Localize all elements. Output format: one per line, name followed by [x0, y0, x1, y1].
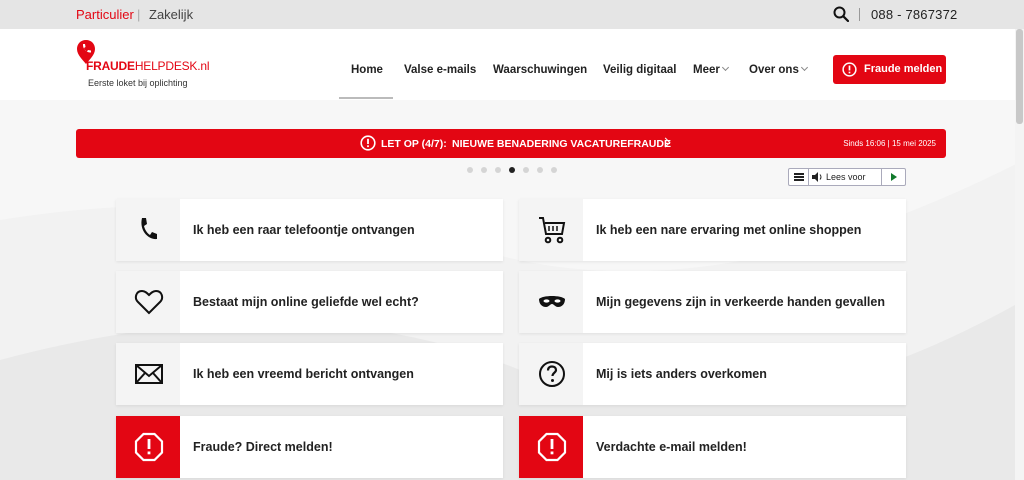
- menu-icon[interactable]: [789, 169, 809, 185]
- header: FRAUDEHELPDESK.nl Eerste loket bij oplic…: [0, 29, 1024, 100]
- alert-banner[interactable]: LET OP (4/7): NIEUWE BENADERING VACATURE…: [76, 129, 946, 158]
- card-icon-box: [116, 416, 180, 478]
- nav-over-ons-label: Over ons: [749, 64, 799, 76]
- question-icon: [539, 361, 565, 387]
- nav-meer[interactable]: Meer: [693, 63, 729, 76]
- nav-veilig-digitaal[interactable]: Veilig digitaal: [603, 64, 677, 76]
- nav-home[interactable]: Home: [351, 64, 383, 76]
- banner-date: Sinds 16:06 | 15 mei 2025: [843, 139, 936, 148]
- nav-active-indicator: [339, 97, 393, 99]
- banner-prefix: LET OP (4/7):: [381, 138, 447, 150]
- logo[interactable]: FRAUDEHELPDESK.nl Eerste loket bij oplic…: [76, 39, 216, 94]
- play-icon: [891, 173, 897, 181]
- logo-part-fraude: FRAUDE: [86, 59, 135, 73]
- card-label: Verdachte e-mail melden!: [596, 440, 747, 454]
- logo-part-helpdesk: HELPDESK: [134, 59, 198, 73]
- logo-wordmark: FRAUDEHELPDESK.nl: [86, 59, 210, 73]
- carousel-dot[interactable]: [467, 167, 473, 173]
- card-icon-box: [519, 343, 583, 405]
- alert-circle-icon: [360, 135, 376, 151]
- phone-icon: [141, 218, 157, 240]
- card-fraude-melden[interactable]: Fraude? Direct melden!: [116, 416, 503, 478]
- fraude-melden-button[interactable]: Fraude melden: [833, 55, 946, 84]
- card-label: Mij is iets anders overkomen: [596, 367, 767, 381]
- scrollbar-thumb[interactable]: [1016, 29, 1023, 124]
- topbar-divider: [859, 8, 860, 21]
- nav-meer-label: Meer: [693, 64, 720, 76]
- phone-number[interactable]: 088 - 7867372: [871, 7, 957, 22]
- carousel-dot[interactable]: [481, 167, 487, 173]
- card-gegevens[interactable]: Mijn gegevens zijn in verkeerde handen g…: [519, 271, 906, 333]
- segment-particulier[interactable]: Particulier: [76, 7, 134, 22]
- carousel-dot[interactable]: [551, 167, 557, 173]
- card-iets-anders[interactable]: Mij is iets anders overkomen: [519, 343, 906, 405]
- segment-zakelijk[interactable]: Zakelijk: [149, 7, 193, 22]
- card-label: Ik heb een nare ervaring met online shop…: [596, 223, 862, 237]
- card-label: Mijn gegevens zijn in verkeerde handen g…: [596, 295, 885, 309]
- card-label: Ik heb een raar telefoontje ontvangen: [193, 223, 415, 237]
- chevron-down-icon: [800, 63, 808, 72]
- card-icon-box: [116, 343, 180, 405]
- card-online-shoppen[interactable]: Ik heb een nare ervaring met online shop…: [519, 199, 906, 261]
- card-label: Bestaat mijn online geliefde wel echt?: [193, 295, 419, 309]
- alert-circle-icon: [842, 62, 857, 77]
- logo-part-tld: .nl: [197, 59, 210, 73]
- carousel-dot[interactable]: [537, 167, 543, 173]
- read-aloud-widget: Lees voor: [788, 168, 906, 186]
- alert-octagon-icon: [537, 432, 567, 462]
- carousel-dot-active[interactable]: [509, 167, 515, 173]
- card-online-geliefde[interactable]: Bestaat mijn online geliefde wel echt?: [116, 271, 503, 333]
- speaker-icon: [812, 172, 822, 182]
- search-icon[interactable]: [833, 6, 849, 22]
- heart-icon: [134, 289, 164, 315]
- logo-tagline: Eerste loket bij oplichting: [88, 78, 188, 88]
- nav-over-ons[interactable]: Over ons: [749, 63, 808, 76]
- chevron-down-icon: [721, 63, 729, 72]
- nav-waarschuwingen[interactable]: Waarschuwingen: [493, 64, 587, 76]
- nav-valse-emails[interactable]: Valse e-mails: [404, 64, 476, 76]
- card-vreemd-bericht[interactable]: Ik heb een vreemd bericht ontvangen: [116, 343, 503, 405]
- alert-octagon-icon: [134, 432, 164, 462]
- envelope-icon: [135, 364, 163, 384]
- carousel-dot[interactable]: [495, 167, 501, 173]
- card-verdachte-email[interactable]: Verdachte e-mail melden!: [519, 416, 906, 478]
- carousel-dot[interactable]: [523, 167, 529, 173]
- read-aloud-label[interactable]: Lees voor: [826, 172, 866, 182]
- play-button[interactable]: [881, 169, 905, 185]
- card-label: Ik heb een vreemd bericht ontvangen: [193, 367, 414, 381]
- segment-separator: |: [137, 7, 141, 22]
- card-icon-box: [519, 416, 583, 478]
- card-telefoontje[interactable]: Ik heb een raar telefoontje ontvangen: [116, 199, 503, 261]
- top-bar: Particulier | Zakelijk 088 - 7867372: [0, 0, 1024, 29]
- card-icon-box: [519, 199, 583, 261]
- banner-title: NIEUWE BENADERING VACATUREFRAUDE: [452, 138, 671, 150]
- fraude-melden-label: Fraude melden: [864, 63, 943, 75]
- card-icon-box: [519, 271, 583, 333]
- card-icon-box: [116, 271, 180, 333]
- mask-icon: [539, 296, 565, 307]
- card-label: Fraude? Direct melden!: [193, 440, 333, 454]
- scrollbar[interactable]: [1015, 29, 1024, 480]
- shopping-cart-icon: [539, 217, 566, 244]
- card-icon-box: [116, 199, 180, 261]
